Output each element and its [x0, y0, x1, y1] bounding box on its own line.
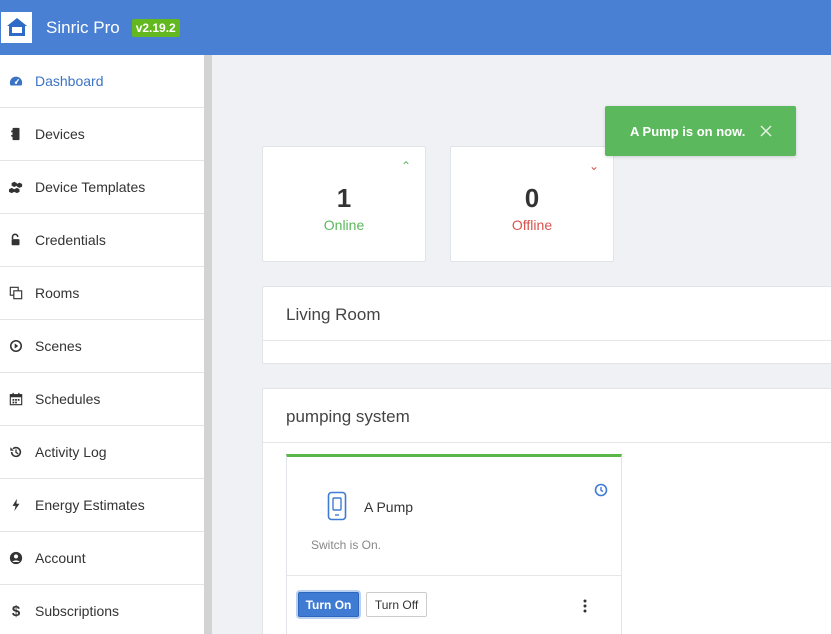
dollar-icon: $ — [11, 602, 21, 620]
rooms-icon — [6, 283, 26, 303]
user-circle-icon — [6, 548, 26, 568]
close-icon[interactable] — [760, 125, 772, 137]
sidebar-item-credentials[interactable]: Credentials — [0, 214, 204, 267]
history-icon — [6, 442, 26, 462]
calendar-icon — [6, 389, 26, 409]
sidebar-item-label: Credentials — [35, 232, 106, 248]
sidebar-item-label: Dashboard — [35, 73, 104, 89]
sidebar-item-label: Scenes — [35, 338, 82, 354]
sidebar-item-schedules[interactable]: Schedules — [0, 373, 204, 426]
offline-stat-card[interactable]: ⌄ 0 Offline — [450, 146, 614, 262]
sidebar-item-label: Rooms — [35, 285, 80, 301]
sidebar-scrollbar[interactable] — [204, 55, 212, 634]
chevron-up-icon: ⌃ — [400, 159, 411, 173]
sidebar-item-account[interactable]: Account — [0, 532, 204, 585]
sidebar-item-energy-estimates[interactable]: Energy Estimates — [0, 479, 204, 532]
turn-on-button[interactable]: Turn On — [298, 592, 359, 617]
online-stat-card[interactable]: ⌃ 1 Online — [262, 146, 426, 262]
sidebar-item-devices[interactable]: Devices — [0, 108, 204, 161]
dashboard-icon — [6, 71, 26, 91]
play-circle-icon — [6, 336, 26, 356]
sidebar-item-subscriptions[interactable]: $ Subscriptions — [0, 585, 204, 634]
room-panel-living-room: Living Room — [262, 286, 831, 364]
cubes-icon — [6, 177, 26, 197]
sidebar-item-activity-log[interactable]: Activity Log — [0, 426, 204, 479]
top-navbar: Sinric Pro v2.19.2 — [0, 0, 831, 55]
sidebar-item-device-templates[interactable]: Device Templates — [0, 161, 204, 214]
device-name[interactable]: A Pump — [364, 499, 413, 515]
device-icon — [6, 124, 26, 144]
sidebar-item-label: Energy Estimates — [35, 497, 145, 513]
version-badge: v2.19.2 — [131, 18, 180, 37]
sidebar-item-label: Device Templates — [35, 179, 146, 195]
device-status: Switch is On. — [311, 538, 382, 552]
app-title[interactable]: Sinric Pro — [46, 18, 120, 38]
unlock-icon — [6, 230, 26, 250]
clock-icon[interactable] — [594, 483, 608, 502]
sidebar-item-label: Schedules — [35, 391, 101, 407]
room-title: pumping system — [263, 389, 831, 443]
sidebar-item-label: Devices — [35, 126, 85, 142]
offline-count: 0 — [524, 183, 540, 213]
sidebar-item-label: Activity Log — [35, 444, 107, 460]
home-logo-icon[interactable] — [1, 11, 32, 43]
sidebar-item-dashboard[interactable]: Dashboard — [0, 55, 204, 108]
switch-device-icon — [327, 491, 347, 526]
bolt-icon — [6, 495, 26, 515]
divider — [287, 575, 621, 576]
sidebar-item-label: Account — [35, 550, 86, 566]
online-count: 1 — [336, 183, 352, 213]
device-card: A Pump Switch is On. Turn On Turn Off — [286, 454, 622, 634]
room-title: Living Room — [263, 287, 831, 341]
sidebar: Dashboard Devices Device Templates Crede… — [0, 55, 204, 634]
offline-label: Offline — [511, 217, 553, 233]
sidebar-item-scenes[interactable]: Scenes — [0, 320, 204, 373]
online-label: Online — [323, 217, 365, 233]
more-options-icon[interactable] — [583, 599, 587, 618]
sidebar-item-rooms[interactable]: Rooms — [0, 267, 204, 320]
turn-off-button[interactable]: Turn Off — [366, 592, 427, 617]
sidebar-item-label: Subscriptions — [35, 603, 120, 619]
chevron-down-icon: ⌄ — [588, 159, 599, 173]
toast-notification: A Pump is on now. — [605, 106, 796, 156]
toast-message: A Pump is on now. — [630, 123, 746, 139]
